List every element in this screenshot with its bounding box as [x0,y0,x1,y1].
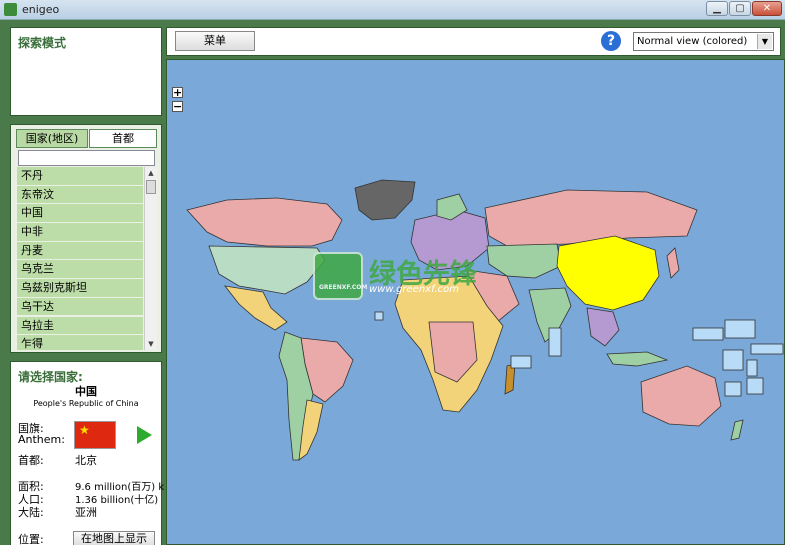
view-mode-value: Normal view (colored) [637,36,748,47]
list-item[interactable]: 乌兹别克斯坦 [17,279,143,298]
location-label: 位置: [18,533,44,545]
watermark-logo-icon: GREENXF.COM [313,252,368,300]
scroll-up-icon[interactable]: ▲ [145,167,157,179]
show-on-map-button[interactable]: 在地图上显示 [73,531,155,545]
country-list-panel: 国家(地区) 首都 不丹 东帝汶 中国 中非 丹麦 乌克兰 乌兹别克斯坦 乌干达… [10,124,162,353]
watermark-url: www.greenxf.com [369,284,459,295]
country-english-name: People's Republic of China [33,399,139,408]
madagascar-shape [504,363,516,395]
list-item[interactable]: 不丹 [17,167,143,186]
list-item[interactable]: 乌拉圭 [17,316,143,335]
zoom-out-button[interactable]: − [172,101,183,112]
close-button[interactable]: ✕ [752,1,782,16]
explore-title: 探索模式 [18,36,67,50]
central-asia-shape [486,243,562,279]
zoom-in-button[interactable]: + [172,87,183,98]
list-item[interactable]: 乌干达 [17,297,143,317]
country-info-panel: 请选择国家: 中国 People's Republic of China 国旗:… [10,361,164,545]
watermark-logo-text: GREENXF.COM [319,284,368,291]
pacific-island-box [746,377,764,395]
greenland-shape [354,179,416,221]
list-item[interactable]: 中非 [17,223,143,242]
list-item[interactable]: 中国 [17,204,143,223]
pacific-island-box [746,359,758,377]
pacific-island-box [692,327,724,341]
list-item[interactable]: 乍得 [17,335,143,350]
list-item[interactable]: 乌克兰 [17,260,143,279]
atlantic-island-box [374,311,384,321]
maximize-button[interactable]: ▢ [729,1,751,16]
toolbar: 菜单 ? Normal view (colored) ▼ [166,27,781,56]
continent-value: 亚洲 [75,506,97,519]
play-anthem-icon[interactable] [137,426,152,444]
minimize-button[interactable]: ▁ [706,1,728,16]
indonesia-shape [606,351,669,367]
atlantic-island-box [510,355,532,369]
list-item[interactable]: 东帝汶 [17,185,143,205]
anthem-label: Anthem: [18,433,65,446]
view-mode-select[interactable]: Normal view (colored) ▼ [633,32,774,51]
continent-label: 大陆: [18,506,44,519]
atlantic-island-box [548,327,562,357]
australia-shape [640,365,722,427]
china-shape [556,235,660,311]
menu-button[interactable]: 菜单 [175,31,255,51]
country-search-input[interactable] [18,150,155,166]
southeast-asia-shape [586,307,620,347]
china-flag-icon: ★ [74,421,116,449]
country-name: 中国 [75,385,97,398]
country-list: 不丹 东帝汶 中国 中非 丹麦 乌克兰 乌兹别克斯坦 乌干达 乌拉圭 乍得 [17,167,143,350]
tab-country[interactable]: 国家(地区) [16,129,88,148]
explore-panel: 探索模式 [10,27,162,116]
pacific-island-box [724,381,742,397]
title-bar: enigeo ▁ ▢ ✕ [0,0,785,20]
canada-shape [186,197,343,247]
window-title: enigeo [22,3,60,16]
world-map[interactable]: + − GREENXF.COM 绿色先锋 www.greenxf.com [166,59,785,545]
pacific-island-box [750,343,784,355]
capital-label: 首都: [18,454,44,467]
tab-capital[interactable]: 首都 [89,129,157,148]
world-map-canvas[interactable] [167,60,785,545]
app-icon [4,3,17,16]
help-icon[interactable]: ? [601,31,621,51]
pacific-island-box [724,319,756,339]
list-item[interactable]: 丹麦 [17,241,143,261]
capital-value: 北京 [75,454,97,467]
russia-shape [484,189,698,247]
pacific-island-box [722,349,744,371]
chevron-down-icon[interactable]: ▼ [757,34,772,49]
scroll-thumb[interactable] [146,180,156,194]
list-scrollbar[interactable]: ▲ ▼ [144,167,157,350]
new-zealand-shape [730,419,744,441]
scroll-down-icon[interactable]: ▼ [145,338,157,350]
japan-shape [666,247,680,279]
